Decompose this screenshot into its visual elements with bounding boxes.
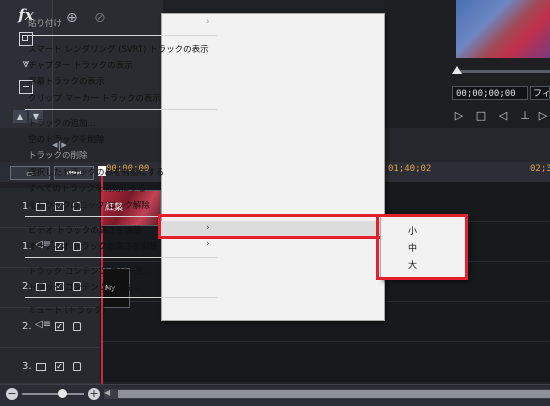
scroll-up-button[interactable]: ▲ — [13, 110, 27, 123]
track-number: 2. — [22, 321, 32, 332]
prev-frame-icon[interactable]: ◁ — [496, 108, 510, 122]
seek-handle[interactable] — [452, 66, 462, 74]
menu-item-chapter-track[interactable]: チャプター トラックの表示 — [28, 59, 133, 71]
zoom-out-icon[interactable]: − — [6, 388, 18, 400]
menu-item-subtitle-track[interactable]: 字幕トラックの表示 — [28, 75, 105, 87]
chevron-right-icon: › — [206, 17, 210, 27]
lane-divider — [100, 341, 550, 342]
ruler-label: 02;3 — [530, 164, 550, 174]
context-menu — [161, 13, 385, 321]
highlight-frame — [376, 214, 468, 280]
menu-item-copy-contents[interactable]: トラック コンテンツ コピー先... — [28, 265, 152, 277]
menu-item-clip-marker-track[interactable]: クリップ マーカー トラックの表示 — [28, 92, 161, 104]
menu-item-delete-empty-tracks[interactable]: 空のトラックを削除 — [28, 133, 105, 145]
chevron-right-icon: › — [206, 239, 210, 249]
timecode-display[interactable]: 00;00;00;00 — [452, 86, 528, 100]
menu-separator — [25, 257, 217, 258]
zoom-in-icon[interactable]: + — [88, 388, 100, 400]
menu-item-mute-track[interactable]: ミュート (トラック) — [28, 304, 105, 316]
seek-bar[interactable] — [455, 70, 550, 73]
menu-item-delete-track: トラックの削除 — [28, 151, 88, 161]
stop-icon[interactable]: □ — [474, 108, 488, 122]
menu-separator — [25, 297, 217, 298]
marker-icon[interactable]: ⊥ — [518, 108, 532, 122]
menu-item-paste: 貼り付け — [28, 19, 63, 29]
remove-media-icon: ⊘ — [94, 10, 106, 26]
zoom-slider[interactable] — [22, 393, 84, 395]
lock-icon[interactable] — [73, 322, 81, 331]
menu-item-enable-selected[interactable]: 選択したトラックのみを有効にする — [28, 166, 164, 178]
add-media-icon[interactable]: ⊕ — [66, 10, 78, 26]
ruler-label: 01;40;02 — [388, 164, 432, 174]
menu-item-audio-track-height[interactable]: オーディオ トラックの高さを調整 — [28, 240, 158, 252]
menu-item-move-contents[interactable]: トラック コンテンツ移動先... — [28, 281, 141, 293]
menu-item-add-track[interactable]: トラックの追加... — [28, 117, 96, 129]
menu-item-svrt-track[interactable]: スマート レンダリング (SVRT) トラックの表示 — [28, 43, 209, 55]
preview-image — [456, 0, 550, 58]
menu-item-enable-all[interactable]: すべてのトラックを有効にする — [28, 182, 146, 194]
scroll-left-icon[interactable]: ◀ — [104, 388, 110, 397]
next-frame-icon[interactable]: ▷ — [536, 108, 550, 122]
audio-track-icon: ◁≡ — [35, 319, 52, 330]
track-number: 3. — [22, 361, 32, 372]
play-icon[interactable]: ▷ — [452, 108, 466, 122]
menu-separator — [25, 109, 217, 110]
menu-item-lock-all[interactable]: 全トラックのロック/ロック解除 — [28, 199, 150, 211]
menu-item-video-track-height[interactable]: ビデオ トラックの高さを調整 — [28, 224, 141, 236]
highlight-frame — [158, 214, 384, 239]
lock-icon[interactable] — [73, 362, 81, 371]
video-track-icon — [36, 363, 46, 371]
zoom-slider-handle[interactable] — [58, 389, 67, 398]
scrollbar-thumb[interactable] — [118, 390, 550, 398]
track-enable-checkbox[interactable]: ✓ — [55, 322, 64, 331]
fit-dropdown[interactable]: フィッ — [530, 86, 550, 100]
menu-separator — [25, 35, 217, 36]
track-header-video-3 — [0, 348, 100, 384]
track-enable-checkbox[interactable]: ✓ — [55, 362, 64, 371]
